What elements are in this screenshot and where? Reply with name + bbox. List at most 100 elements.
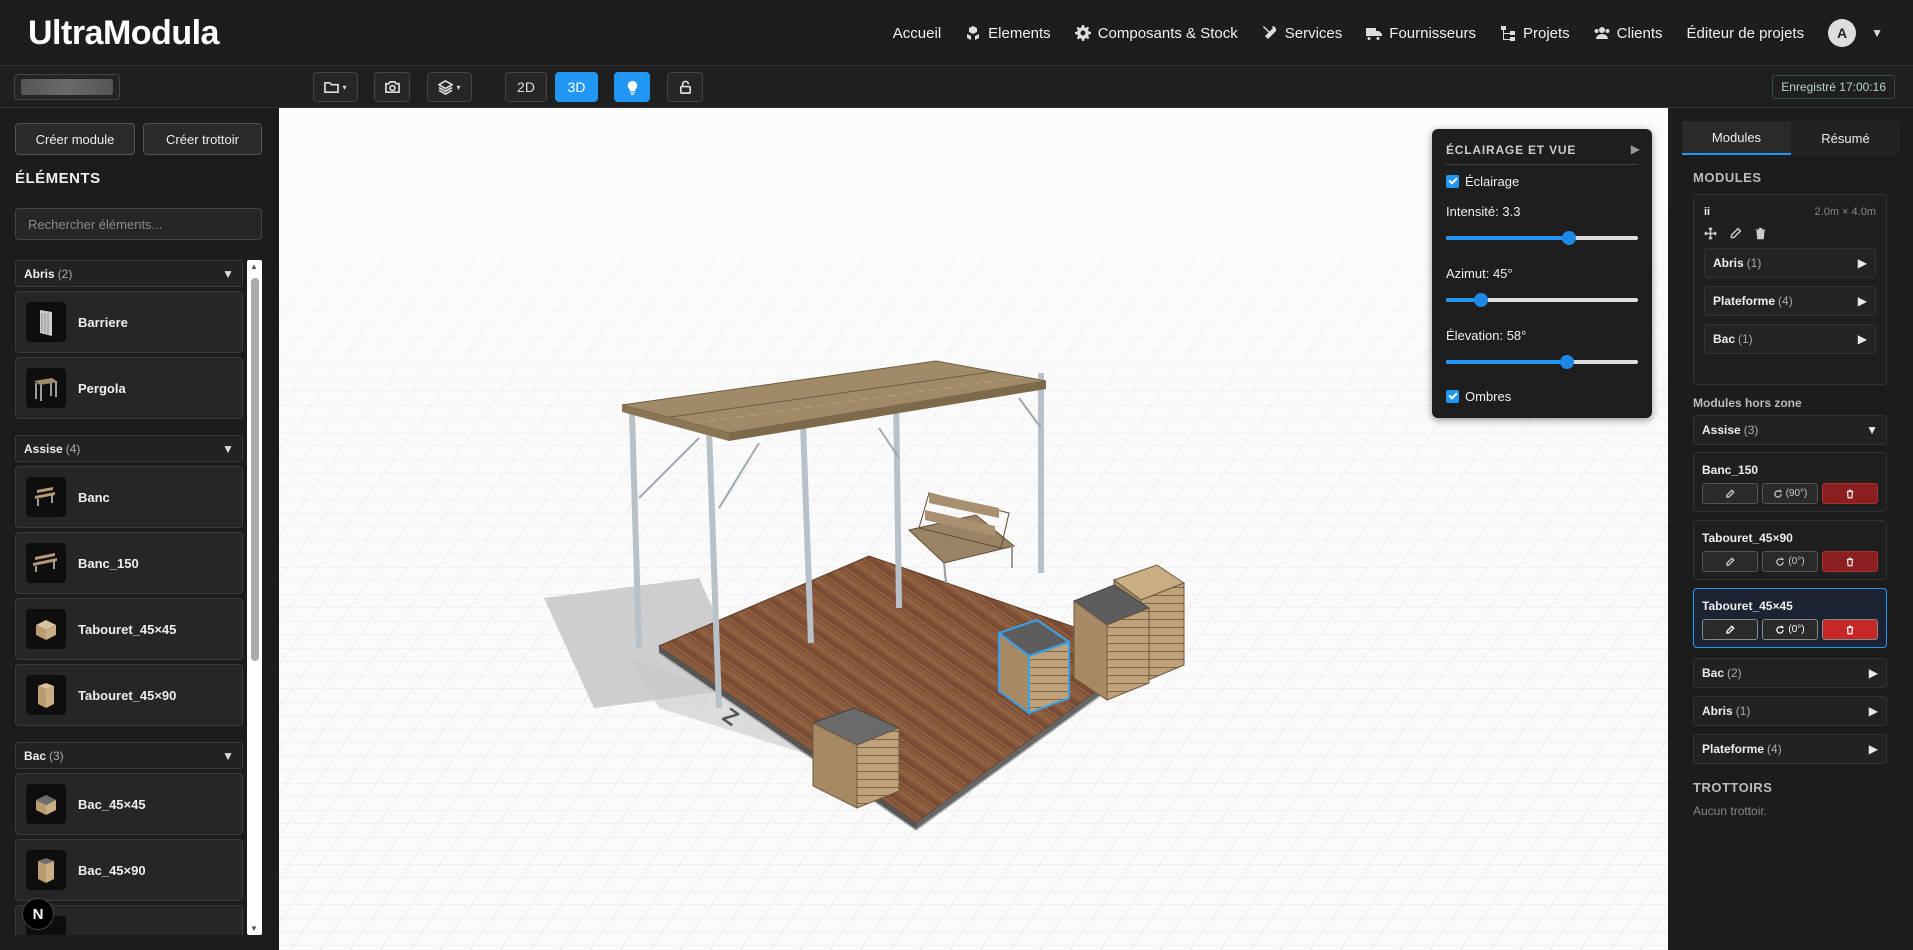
nav-elements[interactable]: Elements <box>965 25 1051 42</box>
screenshot-button[interactable] <box>374 72 410 102</box>
rotate-icon <box>1776 557 1785 566</box>
tab-resume[interactable]: Résumé <box>1791 121 1900 155</box>
planter-thumbnail-icon <box>26 784 66 824</box>
elements-sidebar: Créer module Créer trottoir ÉLÉMENTS Abr… <box>0 108 279 950</box>
element-bac-45x45[interactable]: Bac_45×45 <box>15 773 243 835</box>
nav-accueil[interactable]: Accueil <box>893 25 941 42</box>
nav-editeur-label: Éditeur de projets <box>1686 24 1805 42</box>
edit-button[interactable] <box>1702 483 1758 504</box>
shadows-checkbox-row[interactable]: Ombres <box>1446 389 1511 404</box>
group-bac[interactable]: Bac (3) ▼ <box>15 742 243 769</box>
slider-knob[interactable] <box>1559 355 1574 369</box>
elevation-slider[interactable] <box>1446 355 1638 369</box>
outside-item-banc-150[interactable]: Banc_150 (90°) <box>1693 452 1887 512</box>
element-pergola[interactable]: Pergola <box>15 357 243 419</box>
delete-button[interactable] <box>1822 619 1878 640</box>
edit-button[interactable] <box>1702 619 1758 640</box>
nav-accueil-label: Accueil <box>892 24 942 42</box>
rotate-button[interactable]: (0°) <box>1762 551 1818 572</box>
nav-clients[interactable]: Clients <box>1594 25 1663 42</box>
view-2d-button[interactable]: 2D <box>505 72 547 102</box>
lighting-checkbox[interactable] <box>1446 175 1459 188</box>
chevron-right-icon: ▶ <box>1868 666 1878 680</box>
edit-button[interactable] <box>1702 551 1758 572</box>
create-trottoir-button[interactable]: Créer trottoir <box>143 123 262 155</box>
sidebar-tabs: Modules Résumé <box>1682 121 1900 155</box>
user-menu[interactable]: A ▼ <box>1828 19 1883 47</box>
tab-modules[interactable]: Modules <box>1682 121 1791 155</box>
trash-icon <box>1846 489 1854 498</box>
group-name: Bac <box>24 748 47 763</box>
elements-search-input[interactable] <box>15 208 262 240</box>
module-sub-bac[interactable]: Bac (1) ▶ <box>1704 324 1876 354</box>
elements-title: ÉLÉMENTS <box>15 170 101 187</box>
azimuth-slider[interactable] <box>1446 293 1638 307</box>
rotate-button[interactable]: (0°) <box>1762 619 1818 640</box>
element-label: Tabouret_45×90 <box>78 687 177 703</box>
collapse-panel-icon[interactable]: ▶ <box>1631 142 1640 156</box>
module-card[interactable]: ii 2.0m × 4.0m Abris (1) ▶ Plateforme (4) ▶ … <box>1693 194 1887 385</box>
layers-menu-button[interactable]: ▾ <box>427 72 472 102</box>
pencil-icon <box>1726 624 1735 634</box>
outside-item-tabouret-45x90[interactable]: Tabouret_45×90 (0°) <box>1693 520 1887 580</box>
folder-menu-button[interactable]: ▾ <box>313 72 358 102</box>
rotate-button[interactable]: (90°) <box>1762 483 1818 504</box>
group-plateforme-outside[interactable]: Plateforme (4) ▶ <box>1693 734 1887 764</box>
elements-scrollbar[interactable]: ▲ ▼ <box>247 260 262 935</box>
nav-fournisseurs[interactable]: Fournisseurs <box>1366 25 1476 42</box>
delete-button[interactable] <box>1822 483 1878 504</box>
bac-45x45-model[interactable] <box>811 707 901 809</box>
avatar[interactable]: A <box>1828 19 1857 47</box>
element-banc-150[interactable]: Banc_150 <box>15 532 243 594</box>
element-tabouret-45x45[interactable]: Tabouret_45×45 <box>15 598 243 660</box>
element-banc[interactable]: Banc <box>15 466 243 528</box>
slider-knob[interactable] <box>1561 231 1576 245</box>
group-abris[interactable]: Abris (2) ▼ <box>15 260 243 287</box>
view-3d-button[interactable]: 3D <box>555 72 598 102</box>
trash-icon[interactable] <box>1754 227 1767 240</box>
element-label: Bac_45×45 <box>78 796 146 812</box>
lighting-toggle-button[interactable] <box>614 72 650 102</box>
chevron-down-icon: ▼ <box>222 266 234 281</box>
nav-composants[interactable]: Composants & Stock <box>1074 25 1238 42</box>
dropdown-caret-icon: ▾ <box>342 82 347 92</box>
elements-list: Abris (2) ▼ Barriere Pergola Assise (4) ▼ Ba… <box>15 260 243 935</box>
group-assise[interactable]: Assise (4) ▼ <box>15 435 243 462</box>
next-devtools-badge[interactable]: N <box>22 898 54 930</box>
group-count: (2) <box>57 266 73 281</box>
pencil-icon[interactable] <box>1729 227 1742 240</box>
item-name: Banc_150 <box>1702 463 1759 477</box>
nav-services[interactable]: Services <box>1262 25 1342 42</box>
nav-projets[interactable]: Projets <box>1500 25 1570 42</box>
scrollbar-thumb[interactable] <box>251 278 259 661</box>
module-sub-plateforme[interactable]: Plateforme (4) ▶ <box>1704 286 1876 316</box>
group-abris-outside[interactable]: Abris (1) ▶ <box>1693 696 1887 726</box>
move-icon[interactable] <box>1704 227 1717 240</box>
element-bac-45x90[interactable]: Bac_45×90 <box>15 839 243 901</box>
rotation-value: (0°) <box>1788 624 1805 635</box>
group-bac-outside[interactable]: Bac (2) ▶ <box>1693 658 1887 688</box>
outside-item-tabouret-45x45-selected[interactable]: Tabouret_45×45 (0°) <box>1693 588 1887 648</box>
shadows-checkbox[interactable] <box>1446 390 1459 403</box>
create-module-button[interactable]: Créer module <box>15 123 135 155</box>
project-name-field[interactable] <box>14 74 120 100</box>
scroll-up-icon[interactable]: ▲ <box>250 262 258 271</box>
tabouret-45x45-selected[interactable] <box>996 618 1072 715</box>
trottoirs-title: TROTTOIRS <box>1693 780 1773 795</box>
scroll-down-icon[interactable]: ▼ <box>250 924 258 933</box>
nav-editeur[interactable]: Éditeur de projets <box>1687 25 1805 42</box>
brand-logo[interactable]: UltraModula <box>28 14 219 53</box>
element-tabouret-45x90[interactable]: Tabouret_45×90 <box>15 664 243 726</box>
module-sub-abris[interactable]: Abris (1) ▶ <box>1704 248 1876 278</box>
lock-button[interactable] <box>667 72 703 102</box>
element-barriere[interactable]: Barriere <box>15 291 243 353</box>
intensity-slider[interactable] <box>1446 231 1638 245</box>
nav-links: Accueil Elements Composants & Stock Serv… <box>893 0 1883 66</box>
slider-knob[interactable] <box>1473 293 1488 307</box>
delete-button[interactable] <box>1822 551 1878 572</box>
lighting-checkbox-row[interactable]: Éclairage <box>1446 174 1519 189</box>
group-assise-outside[interactable]: Assise (3) ▼ <box>1693 415 1887 445</box>
bac-45x90-model[interactable] <box>1072 584 1151 701</box>
intensity-label: Intensité: 3.3 <box>1446 204 1521 219</box>
group-count: (3) <box>49 748 64 763</box>
